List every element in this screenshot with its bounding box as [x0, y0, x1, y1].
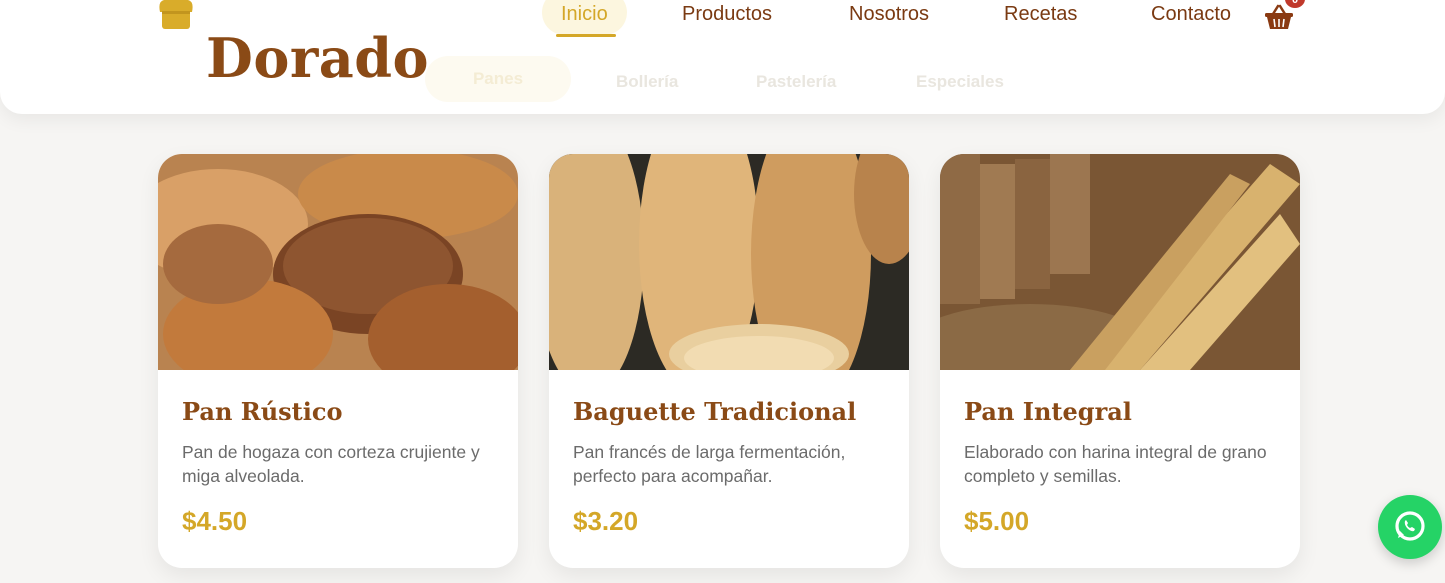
- nav-active-underline: [556, 34, 616, 37]
- product-card[interactable]: Baguette Tradicional Pan francés de larg…: [549, 154, 909, 568]
- category-tab-bolleria[interactable]: Bollería: [616, 72, 678, 92]
- main-nav: Inicio Productos Nosotros Recetas Contac…: [0, 0, 1445, 40]
- product-name: Baguette Tradicional: [573, 397, 857, 426]
- product-image: [158, 154, 518, 370]
- product-card[interactable]: Pan Rústico Pan de hogaza con corteza cr…: [158, 154, 518, 568]
- nav-nosotros[interactable]: Nosotros: [849, 3, 929, 26]
- product-image: [549, 154, 909, 370]
- product-price: $4.50: [182, 506, 248, 536]
- nav-inicio[interactable]: Inicio: [542, 0, 627, 35]
- product-description: Pan francés de larga fermentación, perfe…: [573, 442, 846, 486]
- category-tab-panes[interactable]: Panes: [425, 56, 571, 102]
- product-price: $5.00: [964, 506, 1030, 536]
- product-image: [940, 154, 1300, 370]
- product-name: Pan Integral: [964, 397, 1132, 426]
- nav-contacto[interactable]: Contacto: [1151, 3, 1231, 26]
- category-tab-especiales[interactable]: Especiales: [916, 72, 1004, 92]
- whatsapp-icon: [1395, 511, 1425, 541]
- product-name: Pan Rústico: [182, 397, 343, 426]
- nav-recetas[interactable]: Recetas: [1004, 3, 1077, 26]
- product-price: $3.20: [573, 506, 639, 536]
- product-card[interactable]: Pan Integral Elaborado con harina integr…: [940, 154, 1300, 568]
- basket-icon[interactable]: [1264, 3, 1294, 31]
- nav-productos[interactable]: Productos: [682, 3, 772, 26]
- site-header: Dorado Panes Bollería Pastelería Especia…: [0, 0, 1445, 114]
- category-tab-pasteleria[interactable]: Pastelería: [756, 72, 836, 92]
- product-description: Elaborado con harina integral de grano c…: [964, 442, 1267, 486]
- whatsapp-button[interactable]: [1378, 495, 1442, 559]
- product-description: Pan de hogaza con corteza crujiente y mi…: [182, 442, 480, 486]
